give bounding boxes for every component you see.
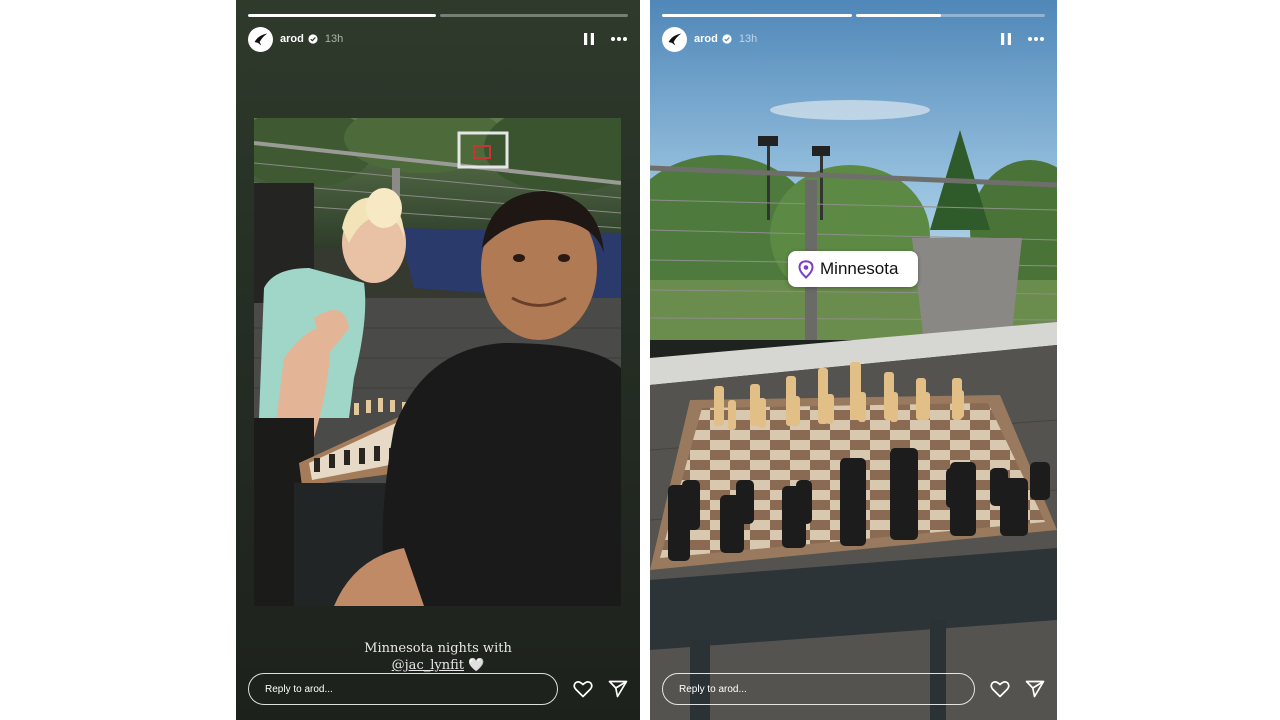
pause-button[interactable] [580,30,598,48]
pause-icon [1001,33,1011,45]
story-footer [248,672,628,706]
more-options-button[interactable] [610,30,628,48]
pause-button[interactable] [997,30,1015,48]
username[interactable]: arod [280,33,304,45]
story-header: arod 13h [662,26,1045,52]
story-progress-bar [662,14,1045,17]
more-options-button[interactable] [1027,30,1045,48]
post-time: 13h [324,33,344,45]
story-footer [662,672,1045,706]
caption-mention-link[interactable]: @jac_lynfit [392,658,464,673]
progress-segment-1 [662,14,852,17]
more-icon [1028,37,1044,41]
location-sticker[interactable]: Minnesota [788,251,918,287]
story-panel-left[interactable]: arod 13h Minnesota nights with @jac_lynf… [236,0,640,720]
reply-input[interactable] [662,673,975,705]
progress-segment-2 [855,14,1045,17]
progress-segment-1 [248,14,436,17]
location-name: Minnesota [820,259,899,278]
heart-icon [989,681,1010,698]
more-icon [611,37,627,41]
share-button[interactable] [607,678,628,700]
verified-badge-icon [308,34,318,44]
caption-emoji: 🤍 [468,658,485,673]
story-header: arod 13h [248,26,628,52]
post-time: 13h [738,33,758,45]
verified-badge-icon [722,34,732,44]
like-button[interactable] [572,678,593,700]
avatar[interactable] [662,26,687,52]
story-photo [254,118,621,606]
username[interactable]: arod [694,33,718,45]
send-icon [608,680,627,698]
location-pin-icon [798,259,814,279]
send-icon [1025,680,1044,698]
story-caption: Minnesota nights with @jac_lynfit 🤍 [236,640,640,674]
share-button[interactable] [1024,678,1045,700]
pause-icon [584,33,594,45]
reply-input[interactable] [248,673,558,705]
story-progress-bar [248,14,628,17]
like-button[interactable] [989,678,1010,700]
story-panel-right[interactable]: arod 13h Minnesota [650,0,1057,720]
heart-icon [572,681,593,698]
avatar-logo-icon [254,33,268,45]
story-photo [650,0,1057,720]
avatar-logo-icon [668,33,682,45]
caption-text: Minnesota nights with [364,641,512,656]
progress-segment-2 [440,14,628,17]
avatar[interactable] [248,26,273,52]
